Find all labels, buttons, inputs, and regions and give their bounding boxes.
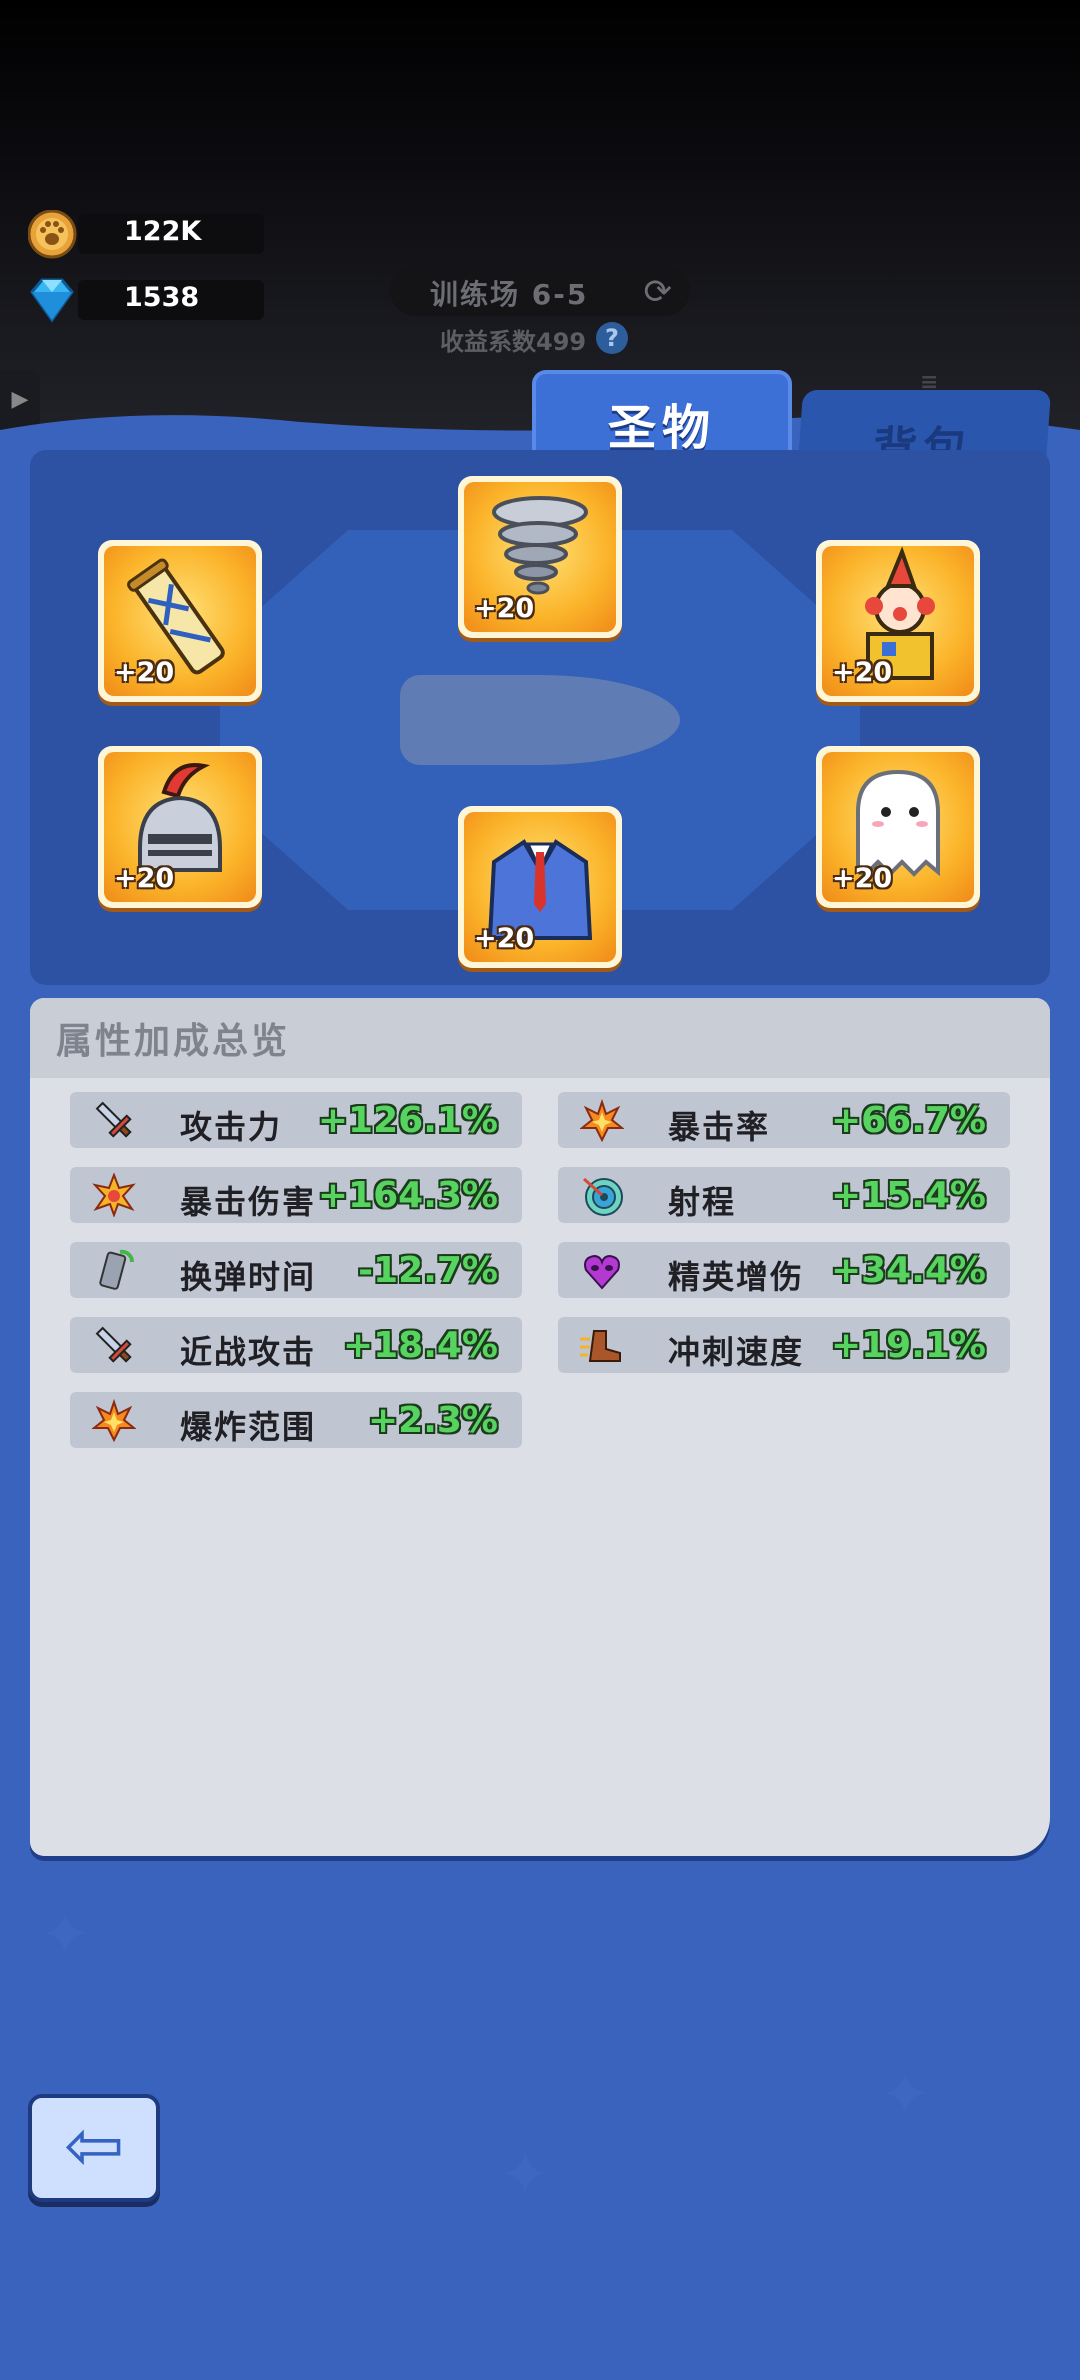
stat-name: 暴击伤害 <box>180 1183 317 1221</box>
stat-row: 爆炸范围 +2.3% <box>70 1392 522 1448</box>
stat-row: 精英增伤 +34.4% <box>558 1242 1010 1298</box>
help-icon[interactable]: ? <box>596 322 628 354</box>
stat-name: 攻击力 <box>180 1108 283 1146</box>
back-arrow-icon: ⇦ <box>63 2103 125 2187</box>
relic-slot-clown-box[interactable]: +20 <box>816 540 980 702</box>
stage-indicator[interactable]: 训练场 6-5 ⟳ <box>390 264 690 316</box>
stat-value: +15.4% <box>830 1175 986 1216</box>
stage-label: 训练场 6-5 <box>430 278 589 311</box>
tab-relics-label: 圣物 <box>607 400 716 456</box>
target-range-icon <box>583 1177 623 1216</box>
sword-icon <box>95 1101 132 1138</box>
stat-name: 爆炸范围 <box>180 1408 317 1446</box>
stat-name: 精英增伤 <box>668 1258 805 1296</box>
stat-value: -12.7% <box>358 1250 498 1291</box>
relic-slot-scroll[interactable]: +20 <box>98 540 262 702</box>
explosion-icon <box>580 1098 624 1142</box>
refresh-icon[interactable]: ⟳ <box>644 272 673 312</box>
stat-name: 冲刺速度 <box>668 1333 805 1371</box>
stat-value: +19.1% <box>830 1325 986 1366</box>
gem-value: 1538 <box>124 282 200 313</box>
stat-value: +66.7% <box>830 1100 986 1141</box>
dash-boot-icon <box>580 1330 621 1362</box>
relic-slot-ghost[interactable]: +20 <box>816 746 980 908</box>
relic-level: +20 <box>114 863 175 894</box>
crit-burst-icon <box>92 1173 136 1217</box>
stat-name: 射程 <box>668 1183 737 1221</box>
bg-gun-deco: ✦ <box>880 2060 931 2130</box>
stats-title: 属性加成总览 <box>56 1021 291 1062</box>
relic-slot-tornado[interactable]: +20 <box>458 476 622 638</box>
coin-value: 122K <box>124 216 202 247</box>
back-button[interactable]: ⇦ <box>28 2094 160 2202</box>
stats-header: 属性加成总览 <box>30 998 1050 1078</box>
bg-gun-deco: ✦ <box>40 1900 91 1970</box>
stats-panel: 属性加成总览 攻击力 +126.1% 暴击伤害 +164.3% 换弹时间 -12… <box>30 998 1050 1856</box>
income-coefficient: 收益系数499 <box>440 328 587 356</box>
relic-level: +20 <box>832 657 893 688</box>
sword-icon <box>95 1326 132 1363</box>
relic-level: +20 <box>114 657 175 688</box>
stat-row: 射程 +15.4% <box>558 1167 1010 1223</box>
stat-value: +2.3% <box>367 1400 498 1441</box>
stat-value: +126.1% <box>317 1100 498 1141</box>
diamond-icon <box>30 278 74 323</box>
bullet-emblem <box>400 675 680 765</box>
relic-slot-suit[interactable]: +20 <box>458 806 622 968</box>
stat-name: 暴击率 <box>668 1108 771 1146</box>
stat-name: 近战攻击 <box>180 1333 317 1371</box>
bg-gun-deco: ✦ <box>500 2140 551 2210</box>
stat-value: +164.3% <box>317 1175 498 1216</box>
stat-value: +34.4% <box>830 1250 986 1291</box>
stat-row: 暴击伤害 +164.3% <box>70 1167 522 1223</box>
stat-value: +18.4% <box>342 1325 498 1366</box>
stat-name: 换弹时间 <box>180 1258 317 1296</box>
stat-row: 换弹时间 -12.7% <box>70 1242 522 1298</box>
stat-row: 冲刺速度 +19.1% <box>558 1317 1010 1373</box>
relic-level: +20 <box>474 923 535 954</box>
stat-row: 近战攻击 +18.4% <box>70 1317 522 1373</box>
stat-row: 攻击力 +126.1% <box>70 1092 522 1148</box>
magazine-icon <box>99 1249 134 1290</box>
heart-mask-icon <box>584 1254 620 1290</box>
relic-level: +20 <box>832 863 893 894</box>
explosion-icon <box>92 1398 136 1442</box>
paw-coin-icon <box>28 210 77 259</box>
relic-slot-helmet[interactable]: +20 <box>98 746 262 908</box>
relic-level: +20 <box>474 593 535 624</box>
stat-row: 暴击率 +66.7% <box>558 1092 1010 1148</box>
